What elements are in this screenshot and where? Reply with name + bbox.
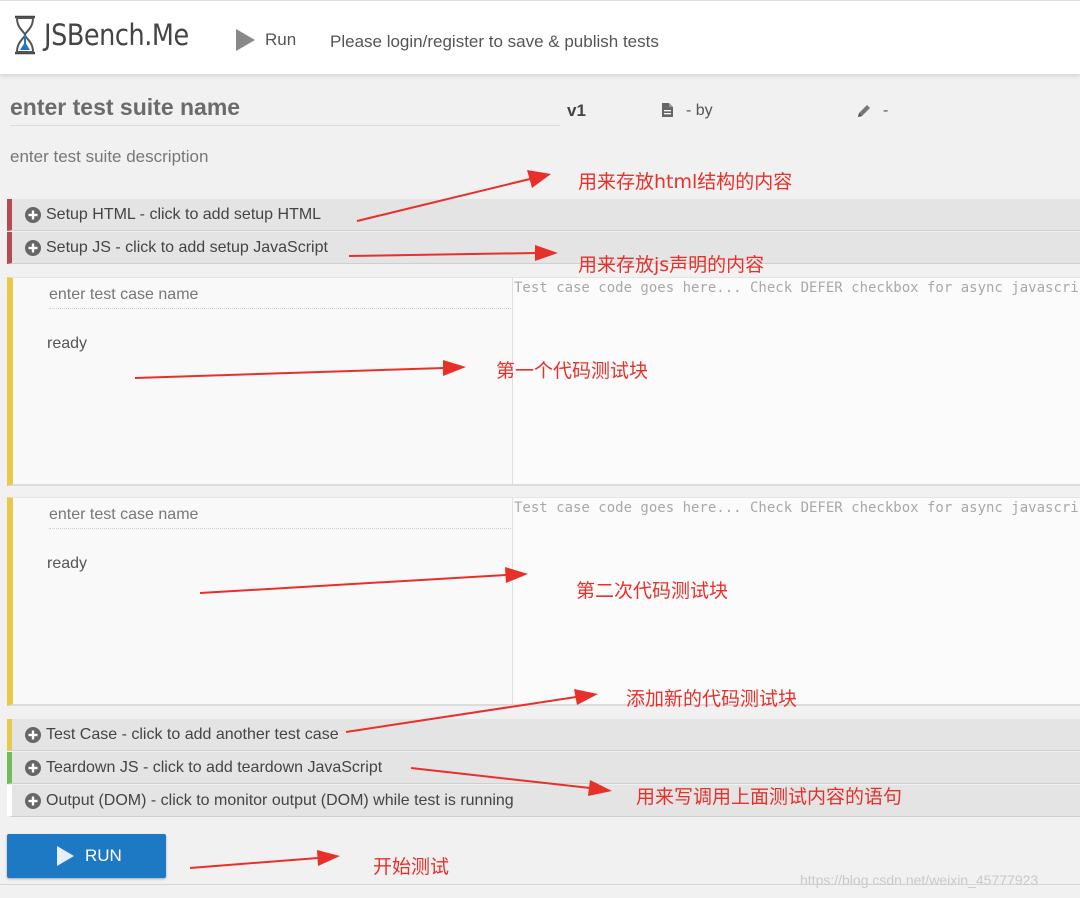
watermark: https://blog.csdn.net/weixin_45777923 <box>800 872 1039 888</box>
setup-html-label: Setup HTML - click to add setup HTML <box>46 205 322 223</box>
play-icon <box>236 29 255 51</box>
test-case-name-input[interactable]: enter test case name <box>49 281 513 309</box>
play-icon <box>57 846 74 866</box>
run-nav-button[interactable]: Run <box>236 29 296 51</box>
suite-name-input[interactable]: enter test suite name <box>10 94 560 126</box>
edit-dash: - <box>883 102 889 119</box>
author-by-text: - by <box>686 102 713 119</box>
pencil-icon[interactable] <box>856 103 872 119</box>
output-dom-label: Output (DOM) - click to monitor output (… <box>46 791 514 809</box>
annotation-add-case: 添加新的代码测试块 <box>626 688 798 710</box>
arrow-run <box>189 850 340 869</box>
version-label: v1 <box>567 101 586 120</box>
test-case-status: ready <box>47 335 88 352</box>
top-navbar: JSBench.Me Run Please login/register to … <box>0 0 1080 74</box>
plus-circle-icon <box>25 239 41 256</box>
annotation-teardown: 用来写调用上面测试内容的语句 <box>636 786 903 808</box>
test-case-block: enter test case name ready Test case cod… <box>7 497 1080 706</box>
plus-circle-icon <box>25 726 41 743</box>
code-placeholder: Test case code goes here... Check DEFER … <box>514 280 1080 296</box>
annotation-case1: 第一个代码测试块 <box>496 360 649 382</box>
run-button-label: RUN <box>85 846 122 865</box>
document-icon <box>662 103 673 117</box>
output-dom-row[interactable]: Output (DOM) - click to monitor output (… <box>7 785 1080 817</box>
test-case-status: ready <box>47 555 88 572</box>
run-button[interactable]: RUN <box>7 834 166 878</box>
setup-js-label: Setup JS - click to add setup JavaScript <box>46 238 328 256</box>
plus-circle-icon <box>25 792 41 809</box>
setup-html-row[interactable]: Setup HTML - click to add setup HTML <box>7 199 1080 231</box>
annotation-setup-js: 用来存放js声明的内容 <box>578 254 765 276</box>
suite-description-input[interactable]: enter test suite description <box>10 147 208 167</box>
add-test-case-label: Test Case - click to add another test ca… <box>46 725 339 743</box>
login-message[interactable]: Please login/register to save & publish … <box>330 32 659 52</box>
hourglass-icon <box>15 15 35 55</box>
plus-circle-icon <box>25 206 41 223</box>
setup-js-row[interactable]: Setup JS - click to add setup JavaScript <box>7 232 1080 264</box>
annotation-case2: 第二次代码测试块 <box>576 580 729 602</box>
plus-circle-icon <box>25 759 41 776</box>
teardown-js-row[interactable]: Teardown JS - click to add teardown Java… <box>7 752 1080 784</box>
logo[interactable]: JSBench.Me <box>12 15 208 55</box>
annotation-run: 开始测试 <box>373 856 450 878</box>
code-placeholder: Test case code goes here... Check DEFER … <box>514 500 1080 516</box>
add-test-case-row[interactable]: Test Case - click to add another test ca… <box>7 719 1080 751</box>
teardown-js-label: Teardown JS - click to add teardown Java… <box>46 758 383 776</box>
logo-text: JSBench.Me <box>44 18 189 52</box>
annotation-setup-html: 用来存放html结构的内容 <box>578 171 793 193</box>
page: JSBench.Me Run Please login/register to … <box>0 0 1080 898</box>
run-nav-label: Run <box>265 30 297 49</box>
test-case-name-input[interactable]: enter test case name <box>49 501 513 529</box>
